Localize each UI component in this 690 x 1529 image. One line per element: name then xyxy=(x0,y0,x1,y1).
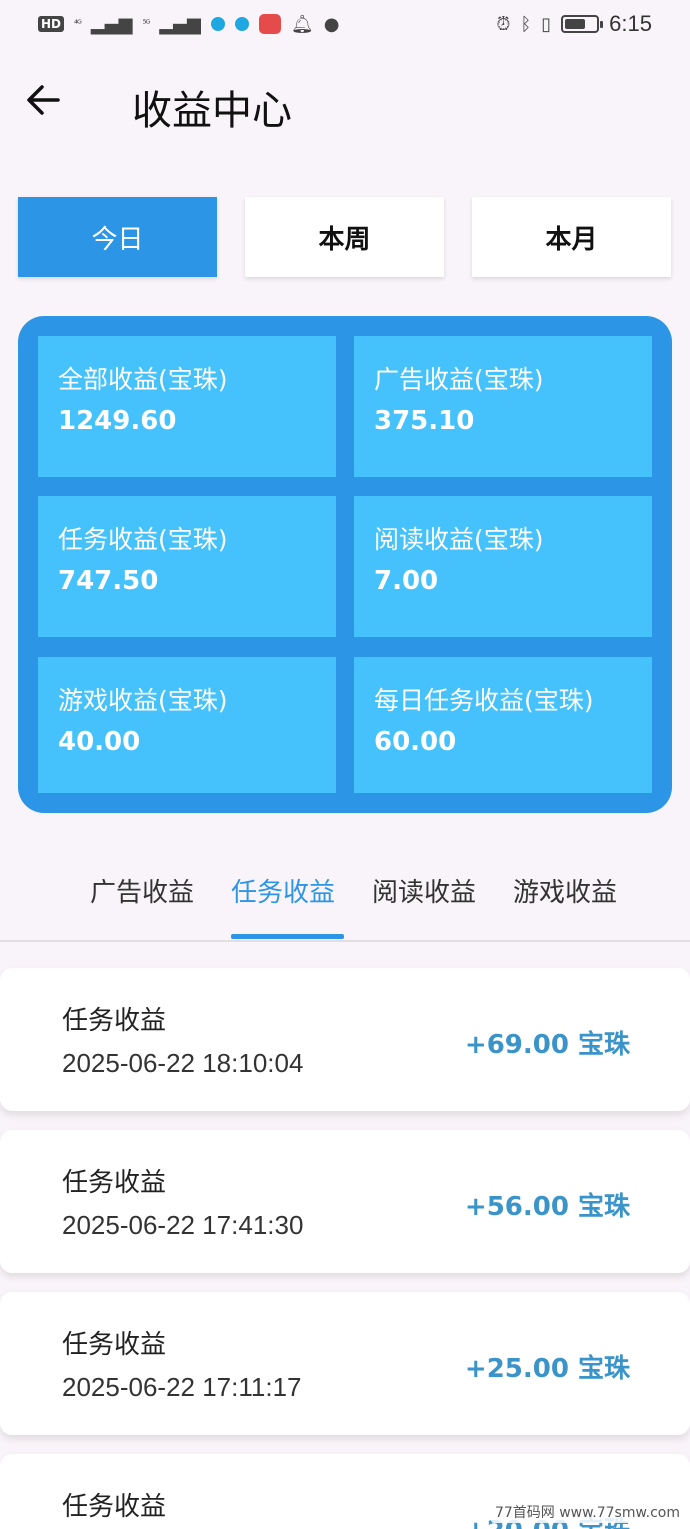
stat-label: 阅读收益(宝珠) xyxy=(374,525,544,554)
stat-card-games: 游戏收益(宝珠) 40.00 xyxy=(38,657,336,793)
bell-icon: 🔔︎ xyxy=(290,13,314,35)
record-amount: +56.00 宝珠 xyxy=(464,1192,630,1222)
stat-label: 任务收益(宝珠) xyxy=(58,525,228,554)
chat-bubble-icon: ● xyxy=(323,13,340,35)
signal-bars-icon-2: ▂▄▆ xyxy=(159,13,201,35)
stat-value: 375.10 xyxy=(374,406,475,436)
tab-this-week[interactable]: 本周 xyxy=(245,197,444,277)
vibrate-icon: ▯ xyxy=(541,13,552,35)
period-tabs: 今日 本周 本月 xyxy=(18,197,672,277)
record-time: 2025-06-22 18:10:04 xyxy=(62,1048,304,1078)
record-amount: +69.00 宝珠 xyxy=(464,1030,630,1060)
tab-task-earnings[interactable]: 任务收益 xyxy=(231,872,335,909)
stat-card-tasks: 任务收益(宝珠) 747.50 xyxy=(38,496,336,637)
stat-card-reading: 阅读收益(宝珠) 7.00 xyxy=(354,496,652,637)
signal-5g-icon: ⁵ᴳ xyxy=(142,18,150,30)
status-bar: HD ⁴ᴳ ▂▄▆ ⁵ᴳ ▂▄▆ 🔔︎ ● ⏰︎ ᛒ ▯ 6:15 xyxy=(0,0,690,48)
record-title: 任务收益 xyxy=(62,1492,167,1522)
status-bar-left: HD ⁴ᴳ ▂▄▆ ⁵ᴳ ▂▄▆ 🔔︎ ● xyxy=(38,14,339,35)
signal-bars-icon: ▂▄▆ xyxy=(90,13,133,35)
list-item[interactable]: 任务收益 2025-06-22 18:10:04 +69.00 宝珠 xyxy=(0,968,690,1111)
app-notification-icon-2 xyxy=(234,17,249,31)
record-title: 任务收益 xyxy=(62,1006,167,1036)
category-tabs: 广告收益 任务收益 阅读收益 游戏收益 xyxy=(0,858,690,940)
record-title: 任务收益 xyxy=(62,1168,167,1198)
battery-icon xyxy=(561,15,604,33)
hd-badge: HD xyxy=(38,16,65,32)
record-time: 2025-06-22 17:41:30 xyxy=(62,1210,304,1240)
stat-card-total: 全部收益(宝珠) 1249.60 xyxy=(38,336,336,477)
app-notification-icon xyxy=(210,17,225,31)
arrow-left-icon[interactable] xyxy=(22,78,66,122)
alarm-icon: ⏰︎ xyxy=(496,13,511,35)
stat-card-daily-tasks: 每日任务收益(宝珠) 60.00 xyxy=(354,657,652,793)
tab-game-earnings[interactable]: 游戏收益 xyxy=(513,872,617,909)
stat-value: 1249.60 xyxy=(58,406,177,436)
app-header: 收益中心 xyxy=(0,60,690,150)
tab-reading-earnings[interactable]: 阅读收益 xyxy=(372,872,476,909)
bluetooth-icon: ᛒ xyxy=(520,13,532,35)
stat-card-ads: 广告收益(宝珠) 375.10 xyxy=(354,336,652,477)
earnings-summary-panel: 全部收益(宝珠) 1249.60 广告收益(宝珠) 375.10 任务收益(宝珠… xyxy=(18,316,672,813)
active-tab-indicator xyxy=(231,934,344,939)
tab-this-month[interactable]: 本月 xyxy=(472,197,671,277)
stat-label: 每日任务收益(宝珠) xyxy=(374,686,594,715)
record-time: 2025-06-22 17:11:17 xyxy=(62,1372,302,1402)
record-amount: +25.00 宝珠 xyxy=(464,1354,630,1384)
stat-label: 全部收益(宝珠) xyxy=(58,365,228,394)
stat-value: 7.00 xyxy=(374,566,439,596)
status-bar-right: ⏰︎ ᛒ ▯ 6:15 xyxy=(496,11,652,37)
stat-value: 747.50 xyxy=(58,566,159,596)
divider xyxy=(0,940,690,942)
list-item[interactable]: 任务收益 2025-06-22 17:41:30 +56.00 宝珠 xyxy=(0,1130,690,1273)
stat-value: 40.00 xyxy=(58,727,141,757)
tab-ad-earnings[interactable]: 广告收益 xyxy=(90,872,194,909)
stat-label: 游戏收益(宝珠) xyxy=(58,686,228,715)
list-item[interactable]: 任务收益 2025-06-22 17:11:17 +25.00 宝珠 xyxy=(0,1292,690,1435)
signal-4g-icon: ⁴ᴳ xyxy=(74,18,82,30)
status-time: 6:15 xyxy=(609,11,652,36)
stat-label: 广告收益(宝珠) xyxy=(374,365,544,394)
tab-today[interactable]: 今日 xyxy=(18,197,217,277)
page-title: 收益中心 xyxy=(132,89,292,133)
stat-value: 60.00 xyxy=(374,727,457,757)
record-title: 任务收益 xyxy=(62,1330,167,1360)
app-red-icon xyxy=(258,14,281,34)
watermark: 77首码网 www.77smw.com xyxy=(490,1501,684,1523)
